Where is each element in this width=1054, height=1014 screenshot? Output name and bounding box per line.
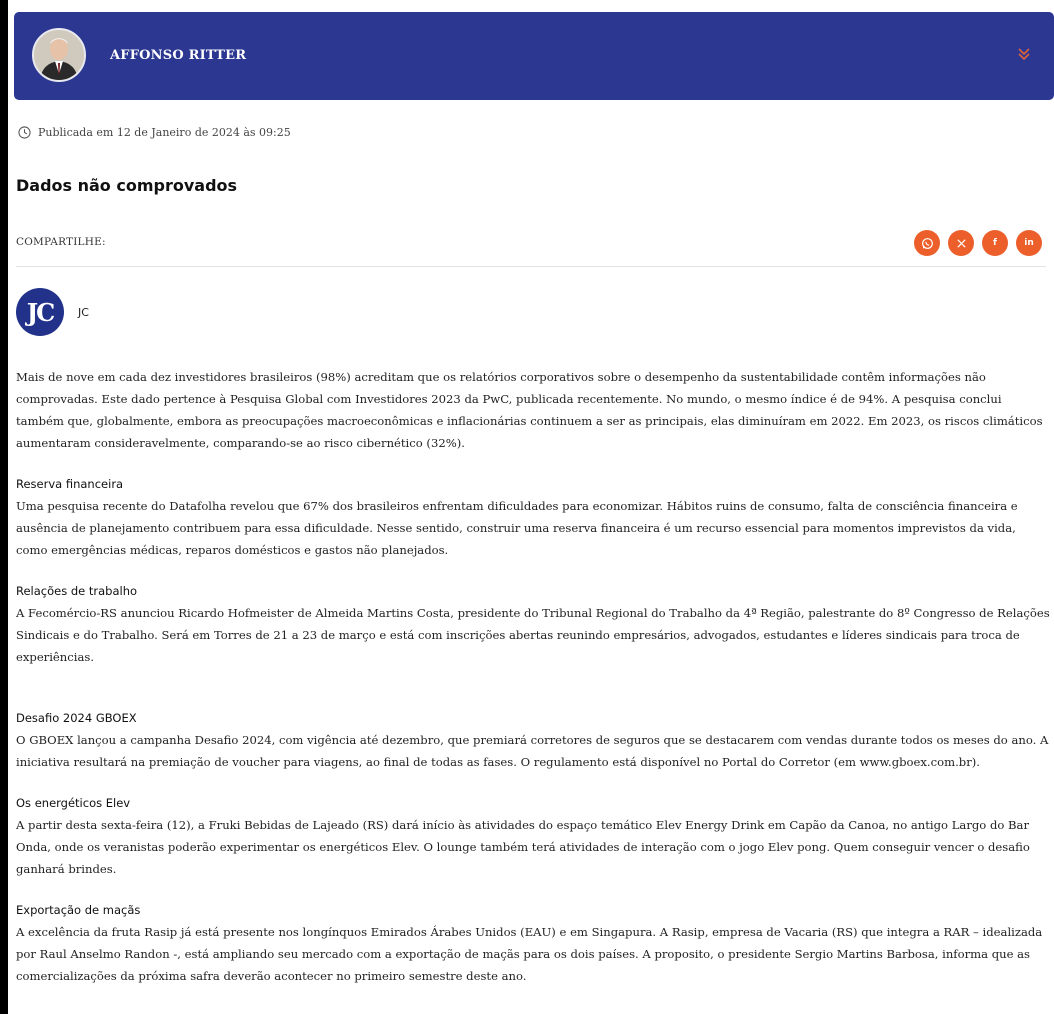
- section-title: Os energéticos Elev: [16, 796, 131, 810]
- author-name[interactable]: AFFONSO RITTER: [110, 48, 246, 63]
- section-body: A Fecomércio-RS anunciou Ricardo Hofmeis…: [16, 606, 1050, 664]
- source-name: JC: [78, 306, 89, 319]
- whatsapp-icon: [921, 237, 933, 249]
- section-body: A partir desta sexta-feira (12), a Fruki…: [16, 818, 1030, 876]
- share-x-button[interactable]: [948, 230, 974, 256]
- section-title: Exportação de maçãs: [16, 903, 141, 917]
- share-buttons: f in: [914, 230, 1042, 256]
- author-banner[interactable]: AFFONSO RITTER: [14, 12, 1054, 100]
- section-title: Desafio 2024 GBOEX: [16, 711, 137, 725]
- section-title: Reserva financeira: [16, 477, 124, 491]
- article-body: Mais de nove em cada dez investidores br…: [16, 366, 1050, 987]
- article-intro: Mais de nove em cada dez investidores br…: [16, 370, 1043, 450]
- page-title: Dados não comprovados: [16, 176, 238, 195]
- source-logo: JC: [16, 288, 64, 336]
- share-label: COMPARTILHE:: [16, 236, 106, 248]
- x-icon: [956, 238, 966, 248]
- share-whatsapp-button[interactable]: [914, 230, 940, 256]
- author-photo-icon: [34, 30, 84, 80]
- linkedin-icon: in: [1024, 238, 1034, 248]
- publish-date-text: Publicada em 12 de Janeiro de 2024 às 09…: [38, 126, 291, 139]
- clock-icon: [18, 126, 31, 139]
- share-facebook-button[interactable]: f: [982, 230, 1008, 256]
- divider: [16, 266, 1046, 267]
- section-body: O GBOEX lançou a campanha Desafio 2024, …: [16, 733, 1049, 769]
- author-avatar: [32, 28, 86, 82]
- facebook-icon: f: [993, 238, 997, 248]
- share-linkedin-button[interactable]: in: [1016, 230, 1042, 256]
- section-body: Uma pesquisa recente do Datafolha revelo…: [16, 499, 1018, 557]
- section-title: Relações de trabalho: [16, 584, 138, 598]
- chevron-double-down-icon[interactable]: [1016, 44, 1032, 64]
- publish-date: Publicada em 12 de Janeiro de 2024 às 09…: [18, 126, 291, 139]
- section-body: A excelência da fruta Rasip já está pres…: [16, 925, 1043, 983]
